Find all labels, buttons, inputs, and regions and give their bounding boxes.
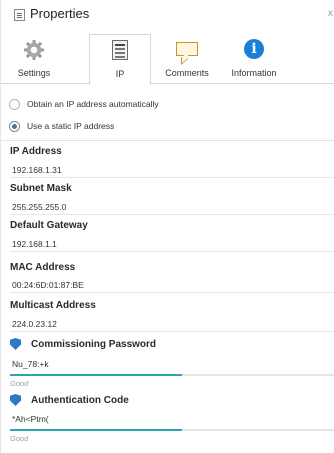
commissioning-password-field[interactable]: Nu_78:+k [10, 356, 334, 372]
tab-settings-label: Settings [17, 68, 51, 78]
shield-icon [10, 338, 21, 350]
multicast-address-label: Multicast Address [10, 300, 96, 311]
default-gateway-field[interactable]: 192.168.1.1 [10, 236, 334, 252]
tab-ip-label: IP [115, 69, 125, 79]
tab-bar: Settings IP Comments i Information [1, 34, 334, 85]
tab-settings[interactable]: Settings [6, 34, 62, 84]
gear-icon [24, 40, 44, 60]
tab-information-label: Information [231, 68, 277, 78]
commissioning-password-label: Commissioning Password [10, 338, 156, 350]
properties-panel: Properties x Settings IP Comments i Info… [0, 0, 334, 453]
close-icon[interactable]: x [328, 8, 333, 19]
comment-icon [176, 42, 198, 56]
panel-title: Properties [30, 6, 90, 21]
radio-static-label: Use a static IP address [27, 121, 115, 131]
commissioning-password-strength-fill [10, 374, 183, 376]
radio-auto-button[interactable] [9, 98, 20, 110]
authentication-code-strength-bar [10, 429, 334, 431]
commissioning-password-strength-text: Good [10, 379, 29, 388]
shield-icon [10, 394, 21, 406]
ip-config-icon [112, 40, 128, 60]
authentication-code-label-text: Authentication Code [31, 394, 129, 406]
tab-comments[interactable]: Comments [157, 34, 217, 84]
authentication-code-field[interactable]: *Ah<Ptm( [10, 411, 334, 427]
ip-address-label: IP Address [10, 146, 62, 157]
mac-address-field: 00:24:6D:01:87:BE [10, 277, 334, 293]
default-gateway-label: Default Gateway [10, 220, 88, 231]
section-divider [1, 140, 334, 141]
tab-ip[interactable]: IP [89, 34, 151, 85]
authentication-code-label: Authentication Code [10, 394, 129, 406]
title-bar: Properties x [1, 0, 334, 30]
properties-icon [14, 9, 25, 21]
multicast-address-field[interactable]: 224.0.23.12 [10, 316, 334, 332]
tab-information[interactable]: i Information [223, 34, 285, 84]
info-icon: i [244, 39, 264, 59]
commissioning-password-strength-bar [10, 374, 334, 376]
authentication-code-strength-fill [10, 429, 183, 431]
radio-static-ip[interactable]: Use a static IP address [9, 118, 114, 134]
radio-auto-label: Obtain an IP address automatically [27, 99, 159, 109]
mac-address-label: MAC Address [10, 262, 76, 273]
authentication-code-strength-text: Good [10, 434, 29, 443]
subnet-mask-label: Subnet Mask [10, 183, 72, 194]
commissioning-password-label-text: Commissioning Password [31, 338, 157, 350]
radio-obtain-auto[interactable]: Obtain an IP address automatically [9, 96, 159, 112]
tab-comments-label: Comments [165, 68, 209, 78]
radio-static-button[interactable] [9, 120, 20, 132]
ip-address-field[interactable]: 192.168.1.31 [10, 162, 334, 178]
subnet-mask-field[interactable]: 255.255.255.0 [10, 199, 334, 215]
